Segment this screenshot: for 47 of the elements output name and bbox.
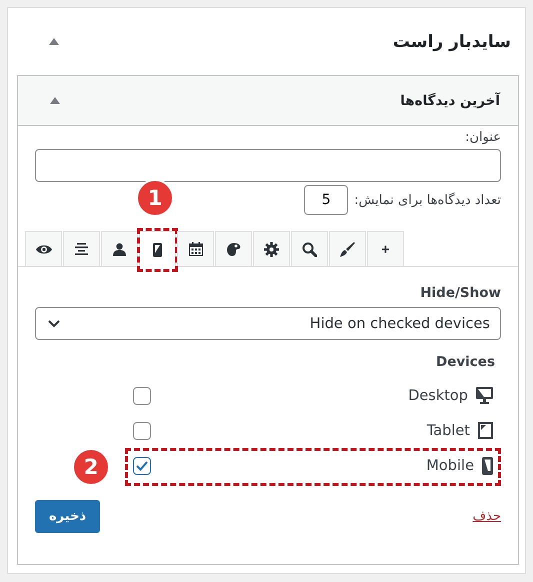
device-label: Tablet — [426, 422, 470, 438]
save-button[interactable]: ذخیره — [35, 500, 100, 533]
tab[interactable] — [329, 231, 366, 266]
search-icon — [302, 242, 317, 256]
tab[interactable] — [101, 231, 138, 266]
palette-icon — [226, 242, 240, 256]
widget-title: آخرین دیدگاه‌ها — [400, 92, 500, 108]
device-label: Desktop — [408, 388, 468, 404]
delete-link[interactable]: حذف — [472, 509, 501, 524]
step-badge: 2 — [72, 448, 110, 486]
tab[interactable] — [63, 231, 100, 266]
monitor-icon — [476, 387, 493, 404]
sidebar-title: سایدبار راست — [392, 32, 511, 52]
gear-icon — [264, 242, 279, 256]
tab[interactable] — [177, 231, 214, 266]
section-label: Devices — [436, 354, 495, 370]
check-icon — [136, 460, 148, 470]
triangle-icon[interactable] — [50, 97, 60, 104]
align-center-icon — [75, 243, 88, 255]
brush-icon — [340, 242, 355, 256]
triangle-icon — [49, 38, 59, 45]
device-label: Mobile — [426, 458, 474, 474]
checkbox[interactable] — [133, 422, 151, 440]
user-icon — [113, 242, 126, 256]
step-badge: 1 — [136, 179, 174, 217]
calendar-icon — [188, 242, 202, 256]
checkbox[interactable] — [133, 456, 151, 474]
field-label: عنوان: — [465, 130, 501, 145]
phone-icon — [153, 242, 162, 256]
section-label: Hide/Show — [420, 285, 501, 301]
eye-icon — [36, 244, 52, 254]
tab[interactable] — [139, 231, 176, 267]
widget-header[interactable]: آخرین دیدگاه‌ها — [18, 76, 518, 126]
tab[interactable] — [291, 231, 328, 266]
tab[interactable] — [215, 231, 252, 266]
collapse-toggle[interactable] — [49, 38, 59, 45]
tablet-icon — [478, 422, 493, 439]
chevron-icon — [48, 320, 60, 328]
title-input[interactable] — [35, 149, 501, 182]
field-label: تعداد دیدگاه‌ها برای نمایش: — [354, 192, 501, 208]
tab[interactable]: + — [367, 231, 404, 266]
dropdown[interactable]: Hide on checked devices — [35, 307, 501, 340]
count-input[interactable]: 5 — [304, 185, 348, 215]
tab[interactable] — [25, 231, 62, 266]
tab[interactable] — [253, 231, 290, 266]
phone-icon — [482, 456, 493, 474]
checkbox[interactable] — [133, 386, 151, 404]
